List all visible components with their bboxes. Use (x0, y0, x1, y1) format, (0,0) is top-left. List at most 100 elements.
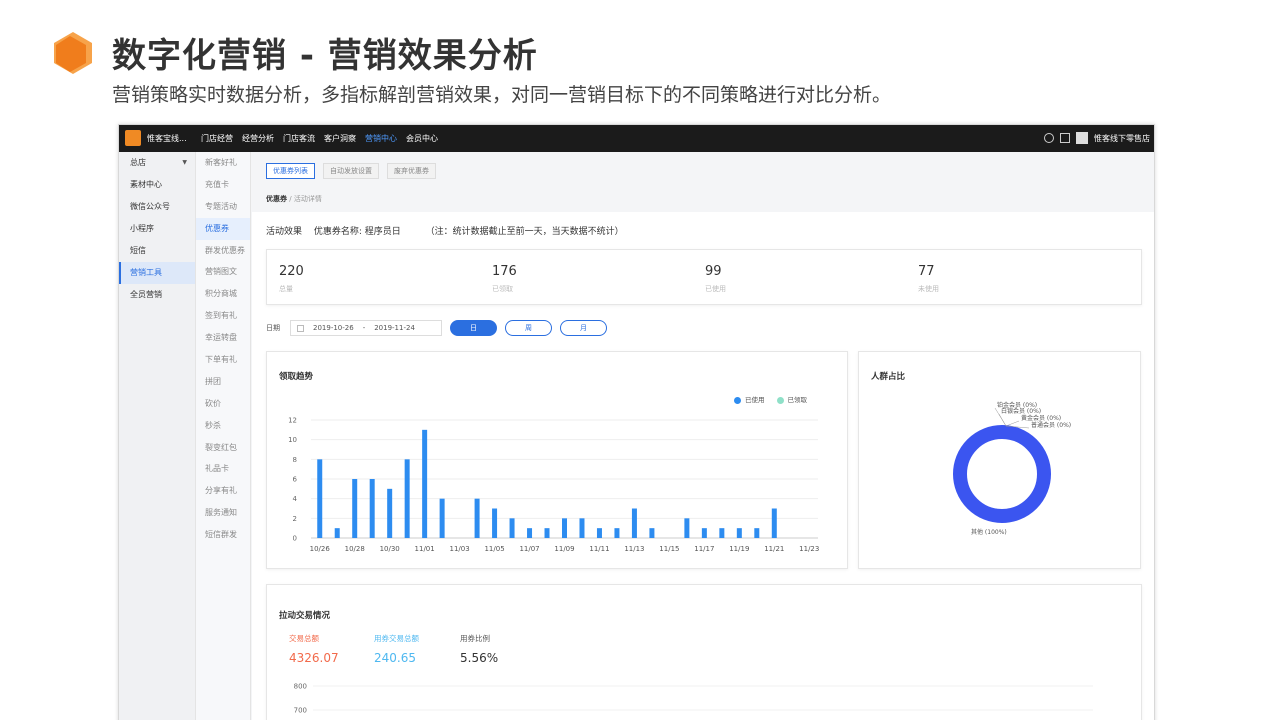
submenu-item[interactable]: 签到有礼 (196, 305, 250, 327)
trade-card: 拉动交易情况 交易总额 4326.07 用券交易总额 240.65 用券比例 5… (266, 584, 1142, 720)
slide-subtitle: 营销策略实时数据分析，多指标解剖营销效果，对同一营销目标下的不同策略进行对比分析… (112, 84, 892, 106)
stats-note: （注：统计数据截止至前一天，当天数据不统计） (425, 227, 624, 237)
submenu-item[interactable]: 下单有礼 (196, 349, 250, 371)
y-tick-label: 700 (294, 707, 307, 715)
stat-used: 99 已使用 (705, 264, 855, 294)
submenu-item[interactable]: 新客好礼 (196, 152, 250, 174)
bar (474, 498, 480, 538)
x-tick-label: 11/21 (764, 545, 784, 553)
bar (369, 479, 375, 538)
calendar-icon (297, 324, 304, 332)
stat-unused: 77 未使用 (918, 264, 1068, 294)
crowd-donut-chart: 铂金会员 (0%)白银会员 (0%)黄金会员 (0%)普通会员 (0%)其他 (… (953, 401, 1071, 536)
nav-item-active[interactable]: 营销中心 (365, 133, 397, 144)
period-month-button[interactable]: 月 (560, 320, 607, 336)
trade-line-chart: 800 700 (294, 683, 1093, 715)
y-tick-label: 2 (293, 515, 297, 523)
stat-received: 176 已领取 (492, 264, 642, 294)
sidebar-item[interactable]: 素材中心 (119, 174, 195, 196)
submenu-item[interactable]: 群发优惠券 (196, 240, 250, 262)
submenu-item[interactable]: 裂变红包 (196, 437, 250, 459)
breadcrumb-detail: 活动详情 (293, 195, 322, 203)
bar (579, 518, 585, 538)
breadcrumb-current[interactable]: 优惠券 (266, 195, 287, 203)
date-range-input[interactable]: 2019-10-26 - 2019-11-24 (290, 320, 442, 336)
stat-label: 总量 (279, 285, 293, 293)
bar (614, 528, 620, 538)
x-tick-label: 11/07 (519, 545, 539, 553)
sidebar-item-label: 全员营销 (130, 290, 162, 299)
submenu-item[interactable]: 幸运转盘 (196, 327, 250, 349)
user-name[interactable]: 惟客线下零售店 (1094, 133, 1150, 144)
submenu-item[interactable]: 砍价 (196, 393, 250, 415)
submenu-item[interactable]: 分享有礼 (196, 480, 250, 502)
sidebar-item[interactable]: 短信 (119, 240, 195, 262)
bar (631, 508, 637, 538)
stat-value: 220 (279, 264, 304, 279)
top-nav: 门店经营 经营分析 门店客流 客户洞察 营销中心 会员中心 (201, 133, 438, 144)
x-tick-label: 10/26 (310, 545, 331, 553)
nav-item[interactable]: 会员中心 (406, 133, 438, 144)
sidebar-item[interactable]: 小程序 (119, 218, 195, 240)
bar (352, 479, 358, 538)
stat-value: 176 (492, 264, 517, 279)
sidebar-item-label: 小程序 (130, 224, 154, 233)
submenu-item[interactable]: 礼品卡 (196, 458, 250, 480)
x-tick-label: 11/17 (694, 545, 714, 553)
nav-item[interactable]: 经营分析 (242, 133, 274, 144)
submenu-item-active[interactable]: 优惠券 (196, 217, 250, 240)
submenu-item[interactable]: 充值卡 (196, 174, 250, 196)
coupon-tabs: 优惠券列表 自动发放设置 废弃优惠券 (266, 163, 436, 179)
slice-label: 白银会员 (0%) (1001, 407, 1041, 415)
x-tick-label: 11/23 (799, 545, 819, 553)
main-content: 优惠券列表 自动发放设置 废弃优惠券 优惠券 / 活动详情 活动效果 优惠券名称… (252, 152, 1154, 720)
sidebar-item-store[interactable]: 总店 ▼ (119, 152, 195, 174)
bar (754, 528, 760, 538)
stat-label: 已领取 (492, 285, 513, 293)
trend-bar-chart: 0 2 4 6 8 10 12 10/26 10/28 10/30 11/01 11/03 11/05 1… (288, 417, 819, 554)
settings-icon[interactable] (1044, 133, 1054, 143)
breadcrumb-separator: / (289, 195, 292, 203)
tab-discarded[interactable]: 废弃优惠券 (387, 163, 436, 179)
x-tick-label: 10/28 (345, 545, 365, 553)
user-avatar-icon[interactable] (1076, 132, 1088, 144)
tab-auto-issue[interactable]: 自动发放设置 (323, 163, 379, 179)
top-right-tools: 惟客线下零售店 (1044, 132, 1150, 144)
nav-item[interactable]: 门店客流 (283, 133, 315, 144)
message-icon[interactable] (1060, 133, 1070, 143)
bar (719, 528, 725, 538)
x-tick-label: 11/01 (415, 545, 435, 553)
brand-logo-icon[interactable] (125, 130, 141, 146)
bar (596, 528, 602, 538)
slice-label: 其他 (100%) (971, 528, 1007, 536)
x-tick-label: 11/09 (554, 545, 574, 553)
nav-item[interactable]: 门店经营 (201, 133, 233, 144)
submenu-item[interactable]: 服务通知 (196, 502, 250, 524)
stat-label: 已使用 (705, 285, 726, 293)
trend-chart-card: 领取趋势 已使用 已领取 0 2 4 6 8 10 12 10/26 10/28 10/30 11/… (266, 351, 848, 569)
submenu-item[interactable]: 营销图文 (196, 261, 250, 283)
stat-total: 220 总量 (279, 264, 429, 294)
sidebar-item-label: 微信公众号 (130, 202, 170, 211)
submenu-item[interactable]: 秒杀 (196, 415, 250, 437)
x-tick-label: 11/03 (450, 545, 470, 553)
bar (701, 528, 707, 538)
submenu-item[interactable]: 专题活动 (196, 196, 250, 218)
submenu-item[interactable]: 积分商城 (196, 283, 250, 305)
nav-item[interactable]: 客户洞察 (324, 133, 356, 144)
sidebar-item[interactable]: 微信公众号 (119, 196, 195, 218)
period-day-button[interactable]: 日 (450, 320, 497, 336)
y-tick-label: 10 (288, 436, 297, 444)
submenu-item[interactable]: 短信群发 (196, 524, 250, 546)
period-week-button[interactable]: 周 (505, 320, 552, 336)
date-separator: - (362, 324, 366, 332)
bar (649, 528, 655, 538)
x-tick-label: 11/11 (589, 545, 609, 553)
caret-down-icon: ▼ (182, 159, 187, 166)
sidebar-item[interactable]: 全员营销 (119, 284, 195, 306)
submenu-item[interactable]: 拼团 (196, 371, 250, 393)
sidebar-item-active[interactable]: 营销工具 (119, 262, 195, 284)
tab-coupon-list[interactable]: 优惠券列表 (266, 163, 315, 179)
bar (544, 528, 550, 538)
bar (422, 429, 428, 538)
